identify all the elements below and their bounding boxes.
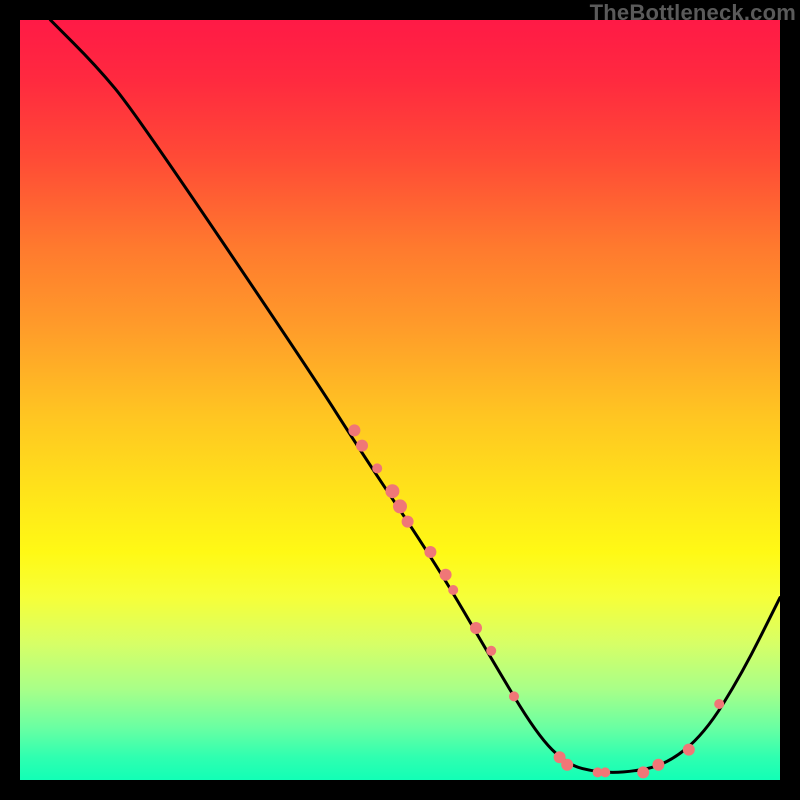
chart-svg — [20, 20, 780, 780]
data-point — [652, 759, 664, 771]
data-point — [600, 767, 610, 777]
data-point — [440, 569, 452, 581]
data-point — [509, 691, 519, 701]
data-point — [470, 622, 482, 634]
data-point — [424, 546, 436, 558]
chart-container: TheBottleneck.com — [0, 0, 800, 800]
data-point — [448, 585, 458, 595]
data-point — [683, 744, 695, 756]
dots-layer — [348, 424, 724, 778]
data-point — [714, 699, 724, 709]
plot-area — [20, 20, 780, 780]
data-point — [402, 516, 414, 528]
data-point — [348, 424, 360, 436]
data-point — [356, 440, 368, 452]
data-point — [561, 759, 573, 771]
data-point — [637, 766, 649, 778]
data-point — [486, 646, 496, 656]
watermark-text: TheBottleneck.com — [590, 0, 796, 26]
data-point — [393, 499, 407, 513]
curve-layer — [50, 20, 780, 772]
bottleneck-curve — [50, 20, 780, 772]
data-point — [372, 463, 382, 473]
data-point — [385, 484, 399, 498]
